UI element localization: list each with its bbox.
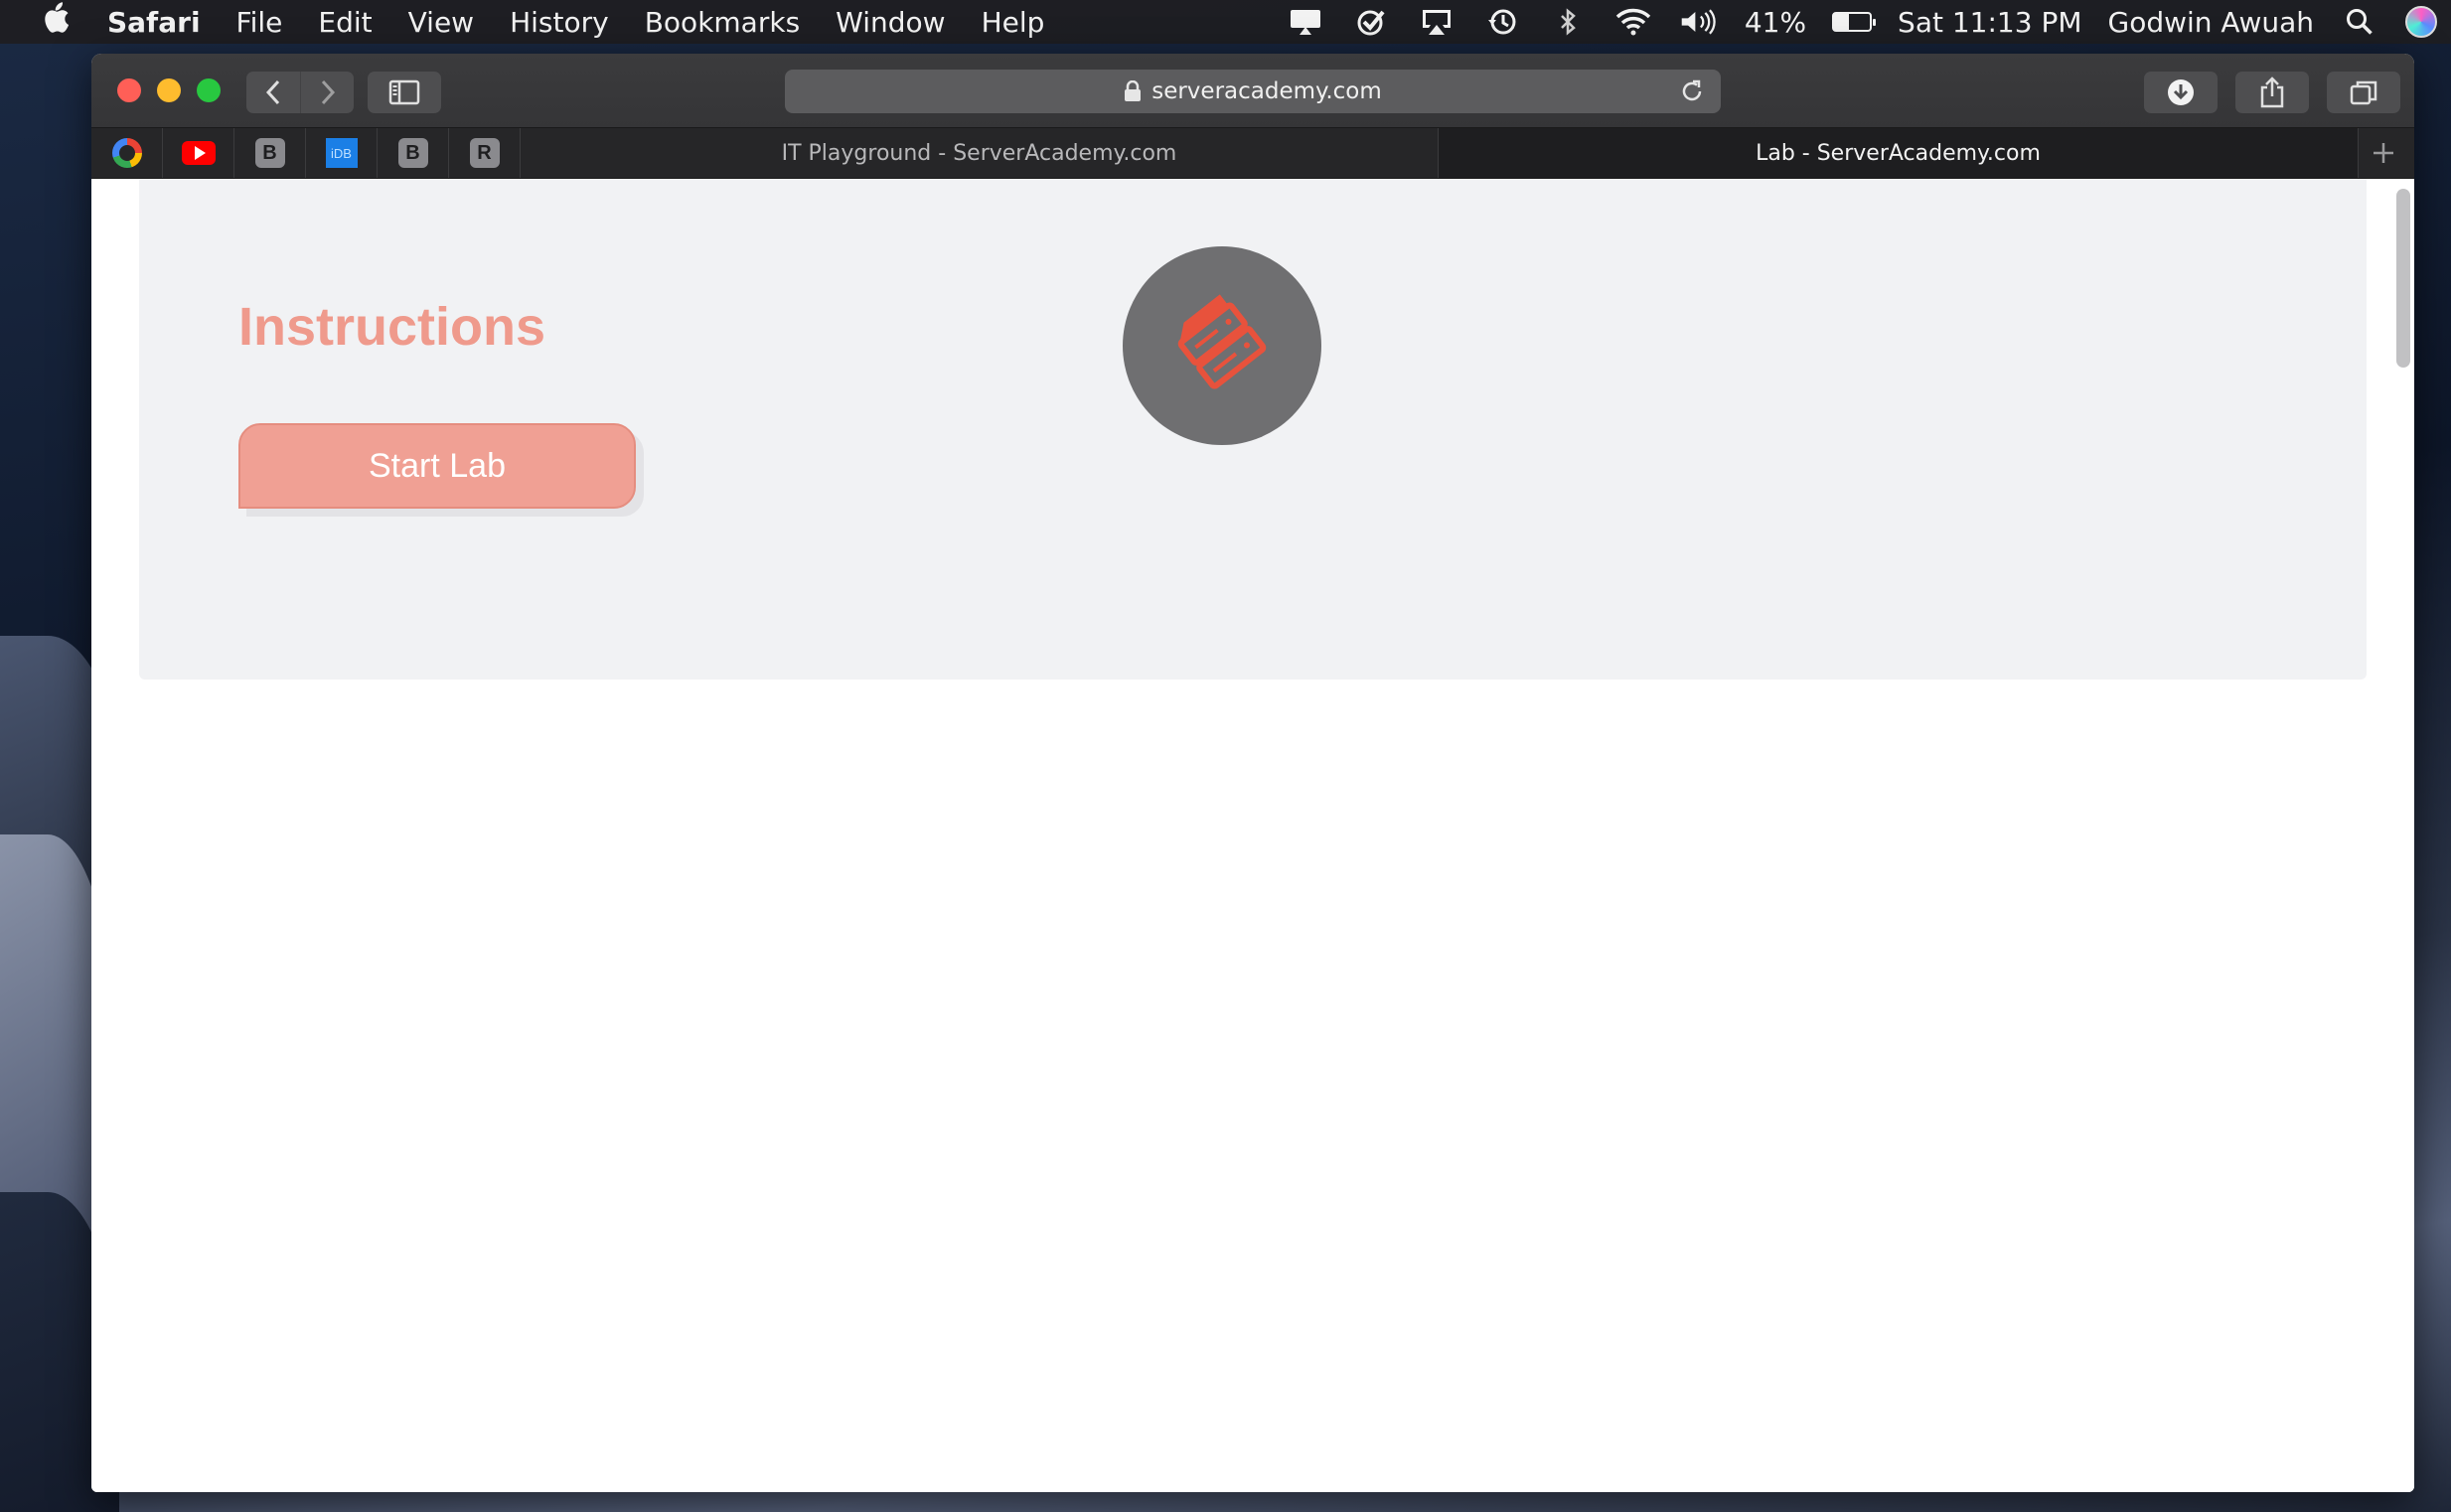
back-button[interactable] <box>246 72 300 113</box>
favicon-b: B <box>254 138 285 168</box>
server-logo-icon <box>1177 294 1267 389</box>
pinned-tab-youtube[interactable] <box>163 128 234 178</box>
battery-icon[interactable] <box>1832 12 1877 32</box>
menu-history[interactable]: History <box>510 6 609 39</box>
chevron-right-icon <box>321 79 335 105</box>
tabs-overview-icon <box>2350 80 2377 105</box>
favicon-r: R <box>469 138 500 168</box>
start-lab-button[interactable]: Start Lab <box>238 423 636 509</box>
plus-icon <box>2374 143 2393 163</box>
google-icon <box>111 138 142 168</box>
tab-it-playground[interactable]: IT Playground - ServerAcademy.com <box>521 128 1439 178</box>
siri-icon[interactable] <box>2405 6 2437 38</box>
zoom-window-button[interactable] <box>197 78 221 102</box>
close-window-button[interactable] <box>117 78 141 102</box>
navigation-buttons <box>246 72 354 113</box>
pinned-tab-b-second[interactable]: B <box>378 128 449 178</box>
share-icon <box>2260 76 2284 108</box>
pinned-tab-r[interactable]: R <box>449 128 521 178</box>
menu-bar-clock[interactable]: Sat 11:13 PM <box>1898 6 2081 39</box>
volume-icon[interactable] <box>1679 6 1719 38</box>
new-tab-button[interactable] <box>2359 128 2408 178</box>
menu-bar-user-name[interactable]: Godwin Awuah <box>2108 6 2315 39</box>
menu-bookmarks[interactable]: Bookmarks <box>645 6 800 39</box>
tab-bar: B iDB B R IT Playground - ServerAcademy.… <box>91 127 2414 179</box>
menu-window[interactable]: Window <box>836 6 945 39</box>
reload-icon <box>1682 79 1702 101</box>
browser-toolbar: serveracademy.com <box>91 54 2414 127</box>
menu-view[interactable]: View <box>408 6 474 39</box>
youtube-icon <box>181 141 216 165</box>
server-academy-logo <box>1123 246 1321 445</box>
menu-app-safari[interactable]: Safari <box>107 6 201 39</box>
chevron-left-icon <box>265 79 280 105</box>
menu-edit[interactable]: Edit <box>318 6 372 39</box>
page-scrollbar[interactable] <box>2396 189 2410 368</box>
address-url: serveracademy.com <box>1151 78 1382 104</box>
minimize-window-button[interactable] <box>157 78 181 102</box>
sidebar-toggle-button[interactable] <box>368 72 441 113</box>
menu-file[interactable]: File <box>236 6 283 39</box>
screen-sharing-icon[interactable] <box>1286 6 1325 38</box>
downloads-button[interactable] <box>2144 72 2218 113</box>
reload-button[interactable] <box>1679 78 1705 104</box>
lock-icon <box>1124 80 1142 102</box>
lab-panel: Instructions Start Lab <box>139 179 2367 680</box>
pinned-tab-b[interactable]: B <box>234 128 306 178</box>
checkmark-icon[interactable] <box>1351 6 1391 38</box>
battery-percent[interactable]: 41% <box>1745 6 1806 39</box>
menu-help[interactable]: Help <box>982 6 1045 39</box>
safari-window: serveracademy.com B iDB B R IT Playgroun… <box>91 54 2414 1492</box>
menu-bar: Safari File Edit View History Bookmarks … <box>0 0 2451 44</box>
pinned-tab-idb[interactable]: iDB <box>306 128 378 178</box>
favicon-idb: iDB <box>325 138 358 168</box>
address-bar[interactable]: serveracademy.com <box>785 70 1721 113</box>
share-button[interactable] <box>2235 72 2309 113</box>
airplay-icon[interactable] <box>1417 6 1456 38</box>
time-machine-icon[interactable] <box>1482 6 1522 38</box>
page-viewport: Instructions Start Lab <box>91 179 2414 1492</box>
favicon-b: B <box>397 138 428 168</box>
sidebar-icon <box>388 79 420 105</box>
show-all-tabs-button[interactable] <box>2327 72 2400 113</box>
tab-lab[interactable]: Lab - ServerAcademy.com <box>1439 128 2359 178</box>
menu-bar-status-area: 41% Sat 11:13 PM Godwin Awuah <box>1286 0 2437 44</box>
download-icon <box>2168 79 2194 105</box>
pinned-tab-google[interactable] <box>91 128 163 178</box>
apple-icon[interactable] <box>38 2 74 42</box>
bluetooth-icon[interactable] <box>1548 6 1588 38</box>
forward-button[interactable] <box>300 72 354 113</box>
wifi-icon[interactable] <box>1613 6 1653 38</box>
battery-fill <box>1834 14 1849 30</box>
instructions-heading: Instructions <box>238 297 546 357</box>
spotlight-search-icon[interactable] <box>2340 6 2379 38</box>
